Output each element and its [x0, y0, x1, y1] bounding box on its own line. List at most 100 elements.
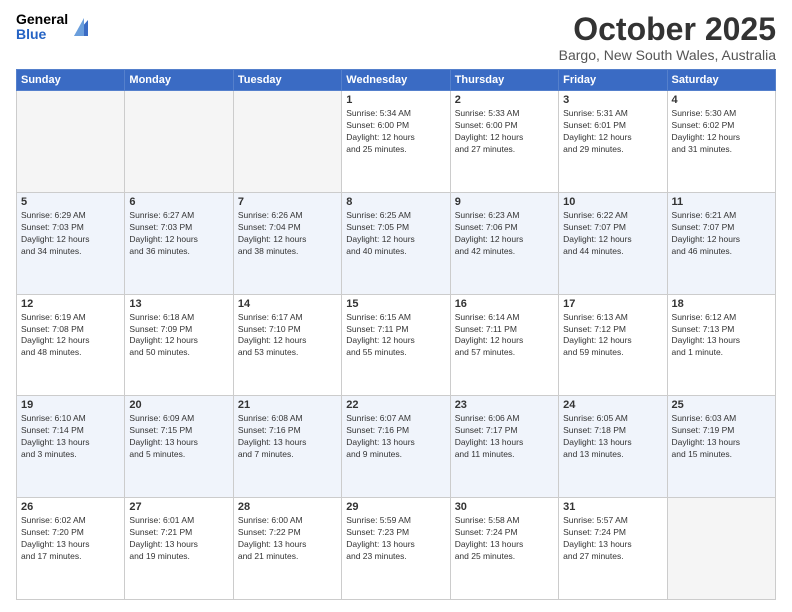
day-info: Sunrise: 6:02 AM Sunset: 7:20 PM Dayligh…: [21, 515, 120, 563]
day-info: Sunrise: 6:12 AM Sunset: 7:13 PM Dayligh…: [672, 312, 771, 360]
day-info: Sunrise: 5:57 AM Sunset: 7:24 PM Dayligh…: [563, 515, 662, 563]
day-info: Sunrise: 6:21 AM Sunset: 7:07 PM Dayligh…: [672, 210, 771, 258]
day-info: Sunrise: 6:13 AM Sunset: 7:12 PM Dayligh…: [563, 312, 662, 360]
day-number: 20: [129, 399, 228, 411]
calendar-cell: 27 Sunrise: 6:01 AM Sunset: 7:21 PM Dayli…: [125, 498, 233, 600]
day-info: Sunrise: 6:10 AM Sunset: 7:14 PM Dayligh…: [21, 413, 120, 461]
day-number: 7: [238, 196, 337, 208]
day-info: Sunrise: 6:01 AM Sunset: 7:21 PM Dayligh…: [129, 515, 228, 563]
calendar-cell: 1 Sunrise: 5:34 AM Sunset: 6:00 PM Daylig…: [342, 91, 450, 193]
calendar-header-row: SundayMondayTuesdayWednesdayThursdayFrid…: [17, 70, 776, 91]
day-info: Sunrise: 6:19 AM Sunset: 7:08 PM Dayligh…: [21, 312, 120, 360]
calendar-cell: 21 Sunrise: 6:08 AM Sunset: 7:16 PM Dayli…: [233, 396, 341, 498]
calendar-cell: 12 Sunrise: 6:19 AM Sunset: 7:08 PM Dayli…: [17, 294, 125, 396]
day-number: 17: [563, 298, 662, 310]
day-info: Sunrise: 5:59 AM Sunset: 7:23 PM Dayligh…: [346, 515, 445, 563]
logo: General Blue: [16, 12, 90, 43]
day-info: Sunrise: 5:58 AM Sunset: 7:24 PM Dayligh…: [455, 515, 554, 563]
day-header-monday: Monday: [125, 70, 233, 91]
day-number: 27: [129, 501, 228, 513]
day-number: 10: [563, 196, 662, 208]
calendar-cell: 3Sunrise: 5:31 AM Sunset: 6:01 PM Daylig…: [559, 91, 667, 193]
calendar-cell: [233, 91, 341, 193]
calendar-week-row: 19 Sunrise: 6:10 AM Sunset: 7:14 PM Dayli…: [17, 396, 776, 498]
day-info: Sunrise: 6:14 AM Sunset: 7:11 PM Dayligh…: [455, 312, 554, 360]
day-number: 15: [346, 298, 445, 310]
calendar-cell: 30 Sunrise: 5:58 AM Sunset: 7:24 PM Dayli…: [450, 498, 558, 600]
calendar-cell: 5 Sunrise: 6:29 AM Sunset: 7:03 PM Daylig…: [17, 192, 125, 294]
calendar-cell: [125, 91, 233, 193]
day-number: 1: [346, 94, 445, 106]
day-header-tuesday: Tuesday: [233, 70, 341, 91]
logo-blue: Blue: [16, 27, 68, 42]
day-info: Sunrise: 6:26 AM Sunset: 7:04 PM Dayligh…: [238, 210, 337, 258]
day-info: Sunrise: 6:22 AM Sunset: 7:07 PM Dayligh…: [563, 210, 662, 258]
calendar-cell: 6Sunrise: 6:27 AM Sunset: 7:03 PM Daylig…: [125, 192, 233, 294]
day-number: 28: [238, 501, 337, 513]
calendar-cell: 23 Sunrise: 6:06 AM Sunset: 7:17 PM Dayli…: [450, 396, 558, 498]
calendar-cell: 9 Sunrise: 6:23 AM Sunset: 7:06 PM Daylig…: [450, 192, 558, 294]
calendar-cell: [17, 91, 125, 193]
day-number: 16: [455, 298, 554, 310]
calendar-week-row: 1 Sunrise: 5:34 AM Sunset: 6:00 PM Daylig…: [17, 91, 776, 193]
day-number: 18: [672, 298, 771, 310]
header: General Blue October 2025 Bargo, New Sou…: [16, 12, 776, 63]
calendar-cell: 31 Sunrise: 5:57 AM Sunset: 7:24 PM Dayli…: [559, 498, 667, 600]
day-info: Sunrise: 6:06 AM Sunset: 7:17 PM Dayligh…: [455, 413, 554, 461]
calendar-cell: 10 Sunrise: 6:22 AM Sunset: 7:07 PM Dayli…: [559, 192, 667, 294]
day-number: 19: [21, 399, 120, 411]
location-subtitle: Bargo, New South Wales, Australia: [559, 47, 776, 63]
day-info: Sunrise: 6:09 AM Sunset: 7:15 PM Dayligh…: [129, 413, 228, 461]
day-info: Sunrise: 6:05 AM Sunset: 7:18 PM Dayligh…: [563, 413, 662, 461]
calendar-cell: 20 Sunrise: 6:09 AM Sunset: 7:15 PM Dayli…: [125, 396, 233, 498]
calendar-cell: 14Sunrise: 6:17 AM Sunset: 7:10 PM Dayli…: [233, 294, 341, 396]
day-info: Sunrise: 6:18 AM Sunset: 7:09 PM Dayligh…: [129, 312, 228, 360]
day-info: Sunrise: 5:33 AM Sunset: 6:00 PM Dayligh…: [455, 108, 554, 156]
day-info: Sunrise: 6:23 AM Sunset: 7:06 PM Dayligh…: [455, 210, 554, 258]
calendar-cell: 28Sunrise: 6:00 AM Sunset: 7:22 PM Dayli…: [233, 498, 341, 600]
day-info: Sunrise: 6:07 AM Sunset: 7:16 PM Dayligh…: [346, 413, 445, 461]
calendar-cell: 16 Sunrise: 6:14 AM Sunset: 7:11 PM Dayli…: [450, 294, 558, 396]
day-number: 24: [563, 399, 662, 411]
title-block: October 2025 Bargo, New South Wales, Aus…: [559, 12, 776, 63]
calendar-cell: 2 Sunrise: 5:33 AM Sunset: 6:00 PM Daylig…: [450, 91, 558, 193]
calendar-week-row: 12 Sunrise: 6:19 AM Sunset: 7:08 PM Dayli…: [17, 294, 776, 396]
day-header-wednesday: Wednesday: [342, 70, 450, 91]
page: General Blue October 2025 Bargo, New Sou…: [0, 0, 792, 612]
day-info: Sunrise: 6:29 AM Sunset: 7:03 PM Dayligh…: [21, 210, 120, 258]
calendar-week-row: 26 Sunrise: 6:02 AM Sunset: 7:20 PM Dayli…: [17, 498, 776, 600]
day-info: Sunrise: 5:31 AM Sunset: 6:01 PM Dayligh…: [563, 108, 662, 156]
calendar-cell: 29 Sunrise: 5:59 AM Sunset: 7:23 PM Dayli…: [342, 498, 450, 600]
day-info: Sunrise: 6:15 AM Sunset: 7:11 PM Dayligh…: [346, 312, 445, 360]
logo-text: General Blue: [16, 12, 68, 43]
day-number: 30: [455, 501, 554, 513]
day-number: 9: [455, 196, 554, 208]
day-header-sunday: Sunday: [17, 70, 125, 91]
day-number: 25: [672, 399, 771, 411]
day-number: 11: [672, 196, 771, 208]
day-number: 13: [129, 298, 228, 310]
day-number: 26: [21, 501, 120, 513]
day-number: 31: [563, 501, 662, 513]
calendar-cell: 25Sunrise: 6:03 AM Sunset: 7:19 PM Dayli…: [667, 396, 775, 498]
day-number: 12: [21, 298, 120, 310]
calendar-cell: 17 Sunrise: 6:13 AM Sunset: 7:12 PM Dayli…: [559, 294, 667, 396]
calendar-cell: 11 Sunrise: 6:21 AM Sunset: 7:07 PM Dayli…: [667, 192, 775, 294]
calendar-cell: 7 Sunrise: 6:26 AM Sunset: 7:04 PM Daylig…: [233, 192, 341, 294]
day-info: Sunrise: 5:30 AM Sunset: 6:02 PM Dayligh…: [672, 108, 771, 156]
day-number: 5: [21, 196, 120, 208]
day-number: 21: [238, 399, 337, 411]
day-number: 23: [455, 399, 554, 411]
day-info: Sunrise: 6:08 AM Sunset: 7:16 PM Dayligh…: [238, 413, 337, 461]
day-number: 8: [346, 196, 445, 208]
day-number: 29: [346, 501, 445, 513]
day-header-saturday: Saturday: [667, 70, 775, 91]
day-number: 14: [238, 298, 337, 310]
day-info: Sunrise: 5:34 AM Sunset: 6:00 PM Dayligh…: [346, 108, 445, 156]
logo-icon: [72, 16, 90, 38]
day-number: 22: [346, 399, 445, 411]
day-number: 2: [455, 94, 554, 106]
day-number: 6: [129, 196, 228, 208]
day-header-friday: Friday: [559, 70, 667, 91]
calendar-cell: 15 Sunrise: 6:15 AM Sunset: 7:11 PM Dayli…: [342, 294, 450, 396]
